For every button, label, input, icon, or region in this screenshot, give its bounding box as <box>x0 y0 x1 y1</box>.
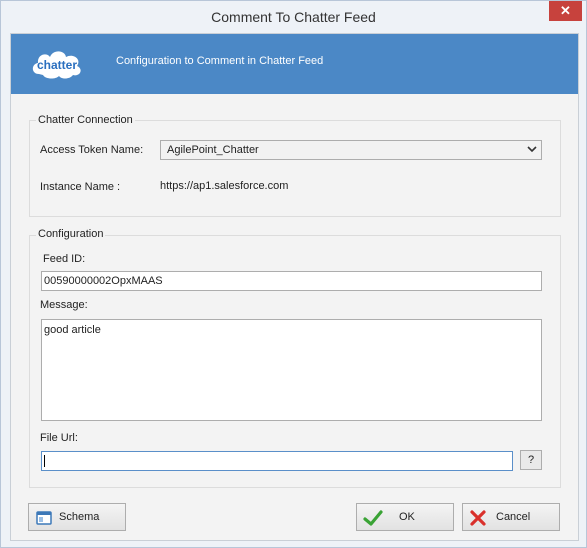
access-token-select[interactable]: AgilePoint_Chatter <box>160 140 542 160</box>
window-icon <box>35 509 53 527</box>
feed-id-label: Feed ID: <box>43 253 86 265</box>
header-banner: chatter Configuration to Comment in Chat… <box>11 34 578 94</box>
instance-name-label: Instance Name : <box>40 181 121 193</box>
dialog-content: chatter Configuration to Comment in Chat… <box>10 33 579 541</box>
access-token-value: AgilePoint_Chatter <box>167 144 259 156</box>
dialog-window: Comment To Chatter Feed ✕ chatter Config… <box>0 0 587 548</box>
chatter-connection-legend: Chatter Connection <box>36 114 135 126</box>
message-label: Message: <box>40 299 88 311</box>
file-url-input[interactable] <box>41 451 513 471</box>
file-url-label: File Url: <box>40 432 78 444</box>
feed-id-input[interactable]: 00590000002OpxMAAS <box>41 271 542 291</box>
cancel-button-label: Cancel <box>496 511 531 523</box>
close-button[interactable]: ✕ <box>549 1 582 21</box>
cross-icon <box>469 509 487 527</box>
schema-button[interactable]: Schema <box>28 503 126 531</box>
ok-button[interactable]: OK <box>356 503 454 531</box>
ok-button-label: OK <box>399 511 415 523</box>
svg-text:chatter: chatter <box>37 58 77 72</box>
banner-heading: Configuration to Comment in Chatter Feed <box>116 55 324 67</box>
chevron-down-icon <box>527 144 537 156</box>
access-token-label: Access Token Name: <box>40 144 144 156</box>
schema-button-label: Schema <box>59 511 100 523</box>
instance-name-value: https://ap1.salesforce.com <box>160 180 289 192</box>
text-caret <box>44 455 45 468</box>
chatter-logo: chatter <box>29 44 85 84</box>
title-bar[interactable]: Comment To Chatter Feed ✕ <box>1 1 586 33</box>
configuration-legend: Configuration <box>36 228 106 240</box>
message-textarea[interactable]: good article <box>41 319 542 421</box>
cancel-button[interactable]: Cancel <box>462 503 560 531</box>
chatter-connection-group <box>29 120 561 217</box>
checkmark-icon <box>363 509 383 527</box>
file-url-help-button[interactable]: ? <box>520 450 542 470</box>
window-title: Comment To Chatter Feed <box>211 9 376 25</box>
